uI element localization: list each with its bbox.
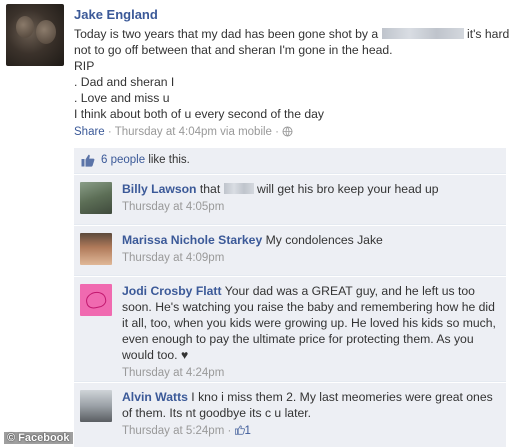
comment-text: that xyxy=(199,182,221,196)
likes-count-link[interactable]: 6 people xyxy=(101,154,145,166)
comment-item: Marissa Nichole Starkey My condolences J… xyxy=(74,226,506,276)
comment-line: even enough to pay the ultimate price fo… xyxy=(122,332,474,346)
comment-timestamp[interactable]: Thursday at 4:09pm xyxy=(122,250,500,266)
avatar-face xyxy=(36,20,56,44)
comment-body: Alvin Watts I kno i miss them 2. My last… xyxy=(122,389,500,439)
comment-text: My condolences Jake xyxy=(265,233,383,247)
author-name-link[interactable]: Jake England xyxy=(74,7,158,22)
comment-timestamp[interactable]: Thursday at 4:05pm xyxy=(122,199,500,215)
commenter-avatar[interactable] xyxy=(80,390,112,422)
meta-separator: · xyxy=(271,126,283,138)
comment-body: Jodi Crosby Flatt Your dad was a GREAT g… xyxy=(122,283,500,381)
likes-text: 6 people like this. xyxy=(101,154,190,166)
commenter-avatar[interactable] xyxy=(80,233,112,265)
post-text: Today is two years that my dad has been … xyxy=(74,27,379,41)
author-avatar[interactable] xyxy=(6,4,64,66)
comment-line: Marissa Nichole Starkey My condolences J… xyxy=(122,232,500,248)
comment-line: of them. Its nt goodbye its c u later. xyxy=(122,406,312,420)
post-line: RIP xyxy=(74,59,95,73)
commenter-name-link[interactable]: Jodi Crosby Flatt xyxy=(122,284,222,298)
comment-line: soon. He's watching you raise the baby a… xyxy=(122,300,495,314)
share-link[interactable]: Share xyxy=(74,126,105,138)
commenter-name-link[interactable]: Marissa Nichole Starkey xyxy=(122,233,262,247)
likes-suffix: like this. xyxy=(145,154,190,166)
comment-timestamp[interactable]: Thursday at 5:24pm xyxy=(122,425,224,437)
commenter-avatar[interactable] xyxy=(80,182,112,214)
post-line: . Love and miss u xyxy=(74,91,170,105)
facebook-watermark: © Facebook xyxy=(4,432,73,444)
commenter-avatar[interactable] xyxy=(80,284,112,316)
likes-summary: 6 people like this. xyxy=(74,148,506,174)
facebook-post: Jake England Today is two years that my … xyxy=(0,0,512,447)
comment-like-count[interactable]: 1 xyxy=(245,425,251,437)
redacted-name xyxy=(223,183,254,194)
post-timestamp[interactable]: Thursday at 4:04pm via mobile xyxy=(115,126,272,138)
comment-text: will get his bro keep your head up xyxy=(257,182,439,196)
comment-line: Billy Lawson that will get his bro keep … xyxy=(122,181,500,197)
comment-text: Your dad was a GREAT guy, and he left us… xyxy=(224,284,475,298)
comment-body: Marissa Nichole Starkey My condolences J… xyxy=(122,232,500,266)
post-line: I think about both of u every second of … xyxy=(74,107,325,121)
comment-item: Alvin Watts I kno i miss them 2. My last… xyxy=(74,383,506,447)
redacted-name xyxy=(381,28,464,39)
thumbs-up-icon xyxy=(234,425,245,435)
comment-meta: Thursday at 5:24pm · 1 xyxy=(122,425,251,437)
comment-body: Billy Lawson that will get his bro keep … xyxy=(122,181,500,215)
post-line: . Dad and sheran I xyxy=(74,75,175,89)
commenter-name-link[interactable]: Billy Lawson xyxy=(122,182,197,196)
comment-text: I kno i miss them 2. My last meomeries w… xyxy=(191,390,493,404)
globe-icon xyxy=(282,126,293,137)
heart-icon xyxy=(84,290,108,310)
comment-line: Jodi Crosby Flatt Your dad was a GREAT g… xyxy=(122,283,500,299)
meta-separator: · xyxy=(104,126,115,138)
post-line: not to go off between that and sheran I'… xyxy=(74,43,393,57)
comment-item: Billy Lawson that will get his bro keep … xyxy=(74,175,506,225)
commenter-name-link[interactable]: Alvin Watts xyxy=(122,390,188,404)
comment-timestamp[interactable]: Thursday at 4:24pm xyxy=(122,365,500,381)
comment-line: Alvin Watts I kno i miss them 2. My last… xyxy=(122,389,500,405)
post-text: it's hard xyxy=(466,27,510,41)
comment-line: would too. ♥ xyxy=(122,348,189,362)
post-message: Today is two years that my dad has been … xyxy=(74,26,510,122)
comment-line: it all, too, when you kids were growing … xyxy=(122,316,496,330)
comment-item: Jodi Crosby Flatt Your dad was a GREAT g… xyxy=(74,277,506,382)
avatar-face xyxy=(16,16,34,38)
post-line: Today is two years that my dad has been … xyxy=(74,26,510,42)
post-meta: Share · Thursday at 4:04pm via mobile · xyxy=(74,126,293,138)
thumbs-up-icon xyxy=(81,154,95,167)
